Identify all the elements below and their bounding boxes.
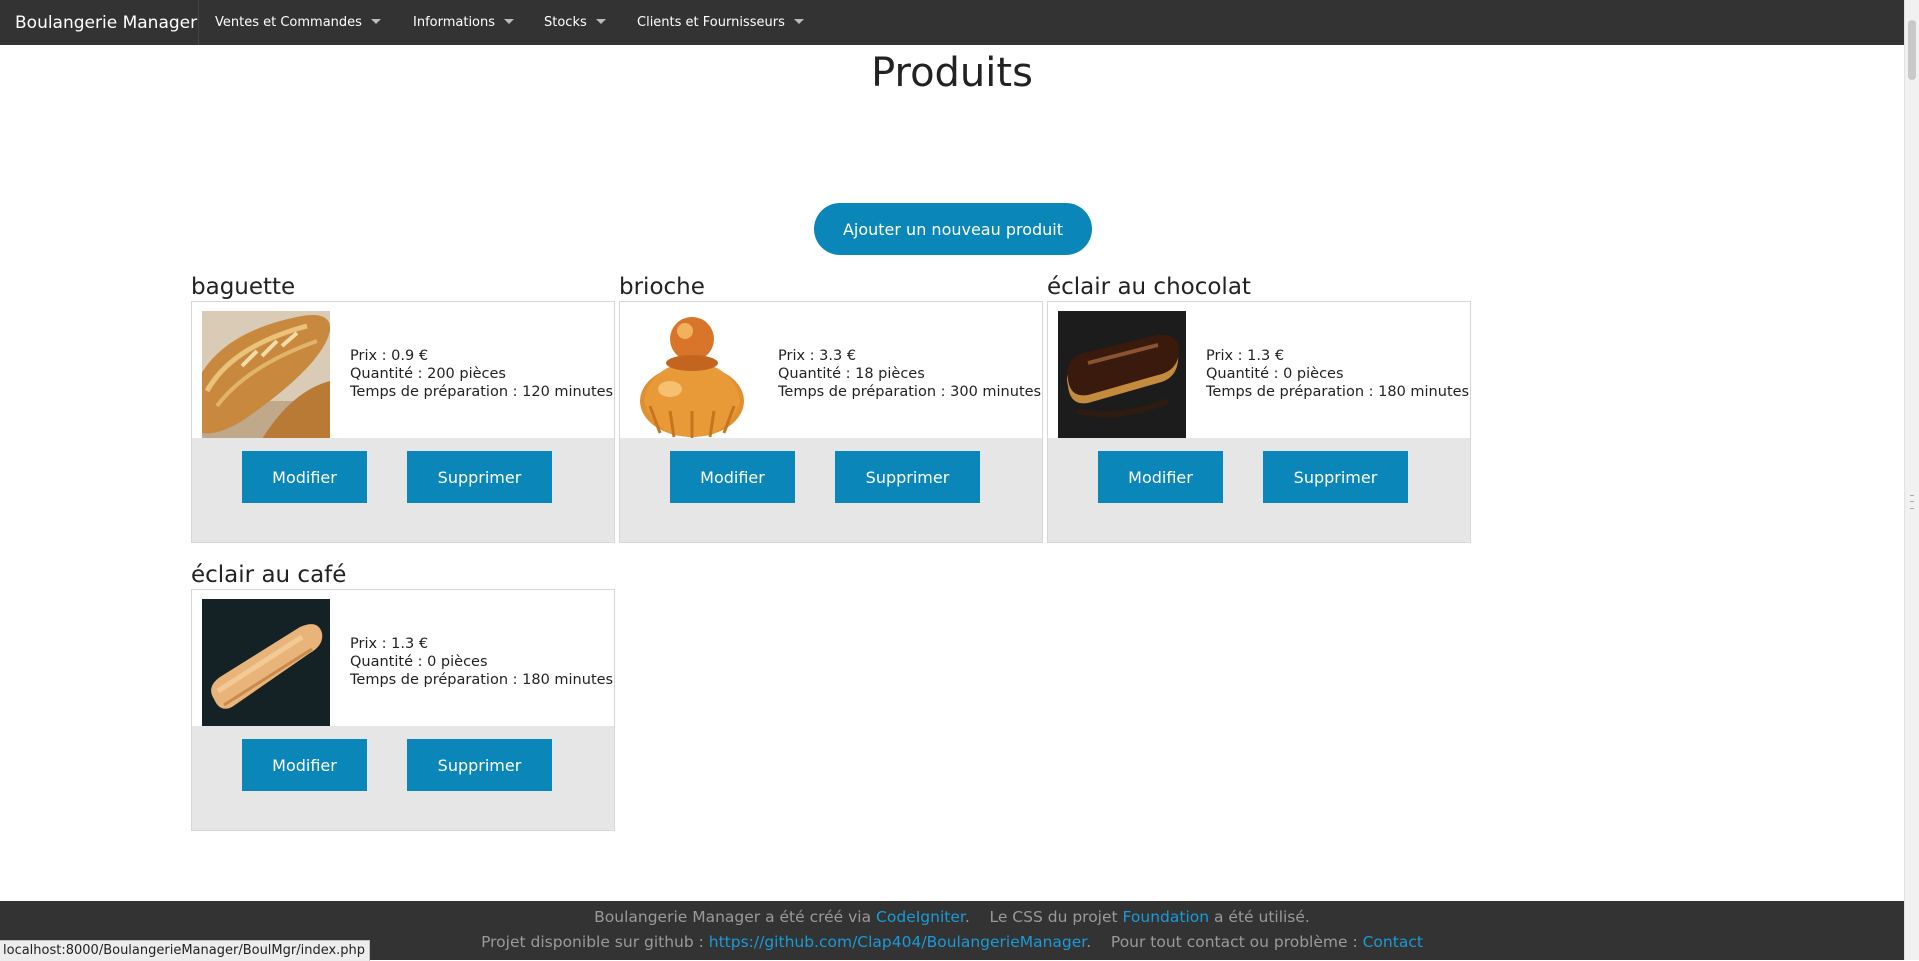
product-price: Prix : 1.3 € [350, 636, 429, 652]
product-details: Prix : 1.3 € Quantité : 0 pièces Temps d… [1048, 302, 1470, 439]
product-price: Prix : 0.9 € [350, 348, 429, 364]
product-actions: Modifier Supprimer [192, 726, 614, 830]
menu-label: Informations [413, 15, 496, 30]
eclair-cafe-image [202, 599, 330, 727]
contact-link[interactable]: Contact [1363, 933, 1423, 951]
product-quantity: Quantité : 18 pièces [778, 366, 925, 382]
eclair-chocolat-image [1058, 311, 1186, 439]
menu-label: Ventes et Commandes [215, 15, 362, 30]
product-card-brioche: brioche Prix : 3.3 € Quantité : 18 pièce… [619, 274, 1043, 544]
product-prep-time: Temps de préparation : 180 minutes [350, 672, 614, 688]
menu-informations[interactable]: Informations [413, 0, 515, 45]
product-name: éclair au chocolat [1047, 274, 1251, 300]
product-info: Prix : 0.9 € Quantité : 200 pièces Temps… [350, 347, 613, 401]
caret-down-icon [504, 19, 515, 24]
product-card-eclair-au-cafe: éclair au café Prix : 1.3 € Quantité : 0… [191, 562, 615, 832]
product-card-baguette: baguette Prix : 0.9 € Quantité : 200 piè… [191, 274, 615, 544]
top-navbar: Boulangerie Manager Ventes et Commandes … [0, 0, 1919, 45]
product-name: éclair au café [191, 562, 347, 588]
scrollbar-grip-icon [1910, 495, 1914, 509]
brioche-image [630, 311, 758, 439]
edit-button[interactable]: Modifier [1098, 451, 1223, 503]
browser-status-url: localhost:8000/BoulangerieManager/BoulMg… [0, 940, 371, 961]
footer-text: Projet disponible sur github : [481, 933, 709, 951]
product-card-body: Prix : 3.3 € Quantité : 18 pièces Temps … [619, 301, 1043, 543]
product-card-body: Prix : 1.3 € Quantité : 0 pièces Temps d… [1047, 301, 1471, 543]
product-price: Prix : 1.3 € [1206, 348, 1285, 364]
footer-credits: Boulangerie Manager a été créé via CodeI… [0, 908, 1904, 926]
product-actions: Modifier Supprimer [192, 438, 614, 542]
footer-text: . Le CSS du projet [964, 908, 1123, 926]
product-quantity: Quantité : 0 pièces [350, 654, 488, 670]
product-info: Prix : 1.3 € Quantité : 0 pièces Temps d… [1206, 347, 1469, 401]
product-name: brioche [619, 274, 705, 300]
product-prep-time: Temps de préparation : 120 minutes [350, 384, 614, 400]
menu-label: Stocks [544, 15, 587, 30]
add-product-button[interactable]: Ajouter un nouveau produit [814, 203, 1092, 255]
product-info: Prix : 3.3 € Quantité : 18 pièces Temps … [778, 347, 1041, 401]
footer-text: a été utilisé. [1209, 908, 1310, 926]
product-info: Prix : 1.3 € Quantité : 0 pièces Temps d… [350, 635, 613, 689]
scrollbar-thumb[interactable] [1908, 20, 1916, 80]
product-card-eclair-au-chocolat: éclair au chocolat Prix : 1.3 € Quantité… [1047, 274, 1471, 544]
product-name: baguette [191, 274, 296, 300]
menu-stocks[interactable]: Stocks [544, 0, 606, 45]
page-title: Produits [871, 50, 1033, 96]
product-details: Prix : 3.3 € Quantité : 18 pièces Temps … [620, 302, 1042, 439]
github-link[interactable]: https://github.com/Clap404/BoulangerieMa… [709, 933, 1086, 951]
product-price: Prix : 3.3 € [778, 348, 857, 364]
edit-button[interactable]: Modifier [242, 739, 367, 791]
brand-link[interactable]: Boulangerie Manager [0, 0, 199, 45]
foundation-link[interactable]: Foundation [1123, 908, 1210, 926]
product-card-body: Prix : 0.9 € Quantité : 200 pièces Temps… [191, 301, 615, 543]
menu-ventes-et-commandes[interactable]: Ventes et Commandes [215, 0, 381, 45]
caret-down-icon [370, 19, 381, 24]
delete-button[interactable]: Supprimer [407, 451, 552, 503]
product-prep-time: Temps de préparation : 180 minutes [1206, 384, 1470, 400]
baguette-image [202, 311, 330, 439]
product-actions: Modifier Supprimer [620, 438, 1042, 542]
product-details: Prix : 1.3 € Quantité : 0 pièces Temps d… [192, 590, 614, 727]
product-quantity: Quantité : 200 pièces [350, 366, 506, 382]
caret-down-icon [595, 19, 606, 24]
menu-clients-et-fournisseurs[interactable]: Clients et Fournisseurs [637, 0, 804, 45]
delete-button[interactable]: Supprimer [1263, 451, 1408, 503]
delete-button[interactable]: Supprimer [407, 739, 552, 791]
footer-text: Boulangerie Manager a été créé via [594, 908, 877, 926]
codeigniter-link[interactable]: CodeIgniter [876, 908, 965, 926]
product-card-body: Prix : 1.3 € Quantité : 0 pièces Temps d… [191, 589, 615, 831]
page-scrollbar[interactable] [1904, 0, 1919, 960]
product-details: Prix : 0.9 € Quantité : 200 pièces Temps… [192, 302, 614, 439]
product-quantity: Quantité : 0 pièces [1206, 366, 1344, 382]
product-actions: Modifier Supprimer [1048, 438, 1470, 542]
menu-label: Clients et Fournisseurs [637, 15, 785, 30]
caret-down-icon [793, 19, 804, 24]
edit-button[interactable]: Modifier [670, 451, 795, 503]
product-prep-time: Temps de préparation : 300 minutes [778, 384, 1042, 400]
edit-button[interactable]: Modifier [242, 451, 367, 503]
footer-text: . Pour tout contact ou problème : [1086, 933, 1363, 951]
delete-button[interactable]: Supprimer [835, 451, 980, 503]
